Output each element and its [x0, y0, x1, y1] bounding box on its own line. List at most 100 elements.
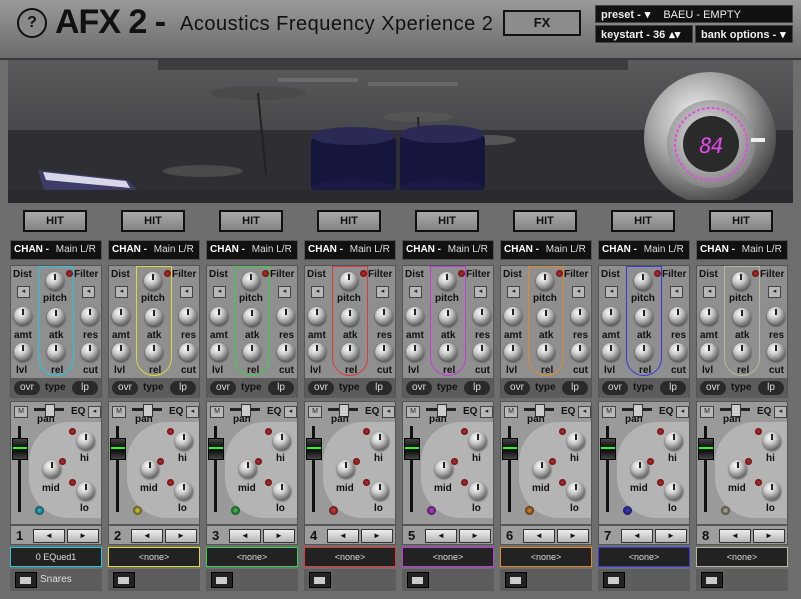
pan-slider[interactable]: [426, 404, 456, 417]
dist-type-ovr-button[interactable]: ovr: [210, 381, 236, 395]
filter-res-knob[interactable]: [767, 307, 785, 325]
prev-sample-button[interactable]: ◄: [327, 529, 359, 543]
eq-toggle-button[interactable]: ◂: [186, 406, 199, 418]
rel-knob[interactable]: [439, 343, 457, 361]
hit-button[interactable]: HIT: [611, 210, 675, 232]
eq-hi-knob[interactable]: [175, 432, 193, 450]
pitch-knob[interactable]: [242, 272, 260, 290]
atk-knob[interactable]: [439, 308, 457, 326]
pan-slider[interactable]: [328, 404, 358, 417]
eq-lo-knob[interactable]: [665, 482, 683, 500]
mute-button[interactable]: M: [406, 406, 420, 418]
filter-toggle-button[interactable]: ◂: [82, 286, 95, 298]
eq-lo-knob[interactable]: [273, 482, 291, 500]
eq-lo-knob[interactable]: [763, 482, 781, 500]
filter-toggle-button[interactable]: ◂: [670, 286, 683, 298]
dist-toggle-button[interactable]: ◂: [605, 286, 618, 298]
volume-fader-handle[interactable]: [12, 438, 28, 460]
dist-amt-knob[interactable]: [602, 307, 620, 325]
filter-type-lp-button[interactable]: lp: [268, 381, 294, 395]
eq-lo-knob[interactable]: [371, 482, 389, 500]
rel-knob[interactable]: [733, 343, 751, 361]
eq-lo-knob[interactable]: [567, 482, 585, 500]
dist-amt-knob[interactable]: [504, 307, 522, 325]
eq-hi-knob[interactable]: [567, 432, 585, 450]
dist-toggle-button[interactable]: ◂: [703, 286, 716, 298]
prev-sample-button[interactable]: ◄: [131, 529, 163, 543]
filter-res-knob[interactable]: [473, 307, 491, 325]
eq-hi-knob[interactable]: [371, 432, 389, 450]
eq-toggle-button[interactable]: ◂: [774, 406, 787, 418]
folder-icon[interactable]: [113, 572, 135, 588]
dist-amt-knob[interactable]: [406, 307, 424, 325]
dist-toggle-button[interactable]: ◂: [213, 286, 226, 298]
eq-toggle-button[interactable]: ◂: [480, 406, 493, 418]
filter-type-lp-button[interactable]: lp: [170, 381, 196, 395]
volume-fader-handle[interactable]: [404, 438, 420, 460]
sample-name-display[interactable]: <none>: [696, 547, 788, 567]
dist-lvl-knob[interactable]: [112, 343, 130, 361]
filter-res-knob[interactable]: [375, 307, 393, 325]
dist-type-ovr-button[interactable]: ovr: [112, 381, 138, 395]
folder-icon[interactable]: [701, 572, 723, 588]
dist-lvl-knob[interactable]: [602, 343, 620, 361]
mute-button[interactable]: M: [112, 406, 126, 418]
mute-button[interactable]: M: [504, 406, 518, 418]
dist-type-ovr-button[interactable]: ovr: [406, 381, 432, 395]
dist-amt-knob[interactable]: [14, 307, 32, 325]
pitch-knob[interactable]: [438, 272, 456, 290]
next-sample-button[interactable]: ►: [557, 529, 589, 543]
filter-toggle-button[interactable]: ◂: [572, 286, 585, 298]
filter-toggle-button[interactable]: ◂: [768, 286, 781, 298]
atk-knob[interactable]: [635, 308, 653, 326]
channel-output-selector[interactable]: CHAN - Main L/R: [598, 240, 690, 260]
sample-name-display[interactable]: <none>: [500, 547, 592, 567]
filter-cut-knob[interactable]: [179, 343, 197, 361]
atk-knob[interactable]: [145, 308, 163, 326]
dist-amt-knob[interactable]: [308, 307, 326, 325]
preset-selector[interactable]: preset - ▾ BAEU - EMPTY: [595, 5, 793, 23]
eq-lo-knob[interactable]: [175, 482, 193, 500]
rel-knob[interactable]: [47, 343, 65, 361]
channel-output-selector[interactable]: CHAN - Main L/R: [108, 240, 200, 260]
atk-knob[interactable]: [243, 308, 261, 326]
pan-slider[interactable]: [622, 404, 652, 417]
eq-toggle-button[interactable]: ◂: [578, 406, 591, 418]
prev-sample-button[interactable]: ◄: [621, 529, 653, 543]
prev-sample-button[interactable]: ◄: [229, 529, 261, 543]
volume-fader-handle[interactable]: [110, 438, 126, 460]
filter-toggle-button[interactable]: ◂: [376, 286, 389, 298]
folder-icon[interactable]: [309, 572, 331, 588]
sample-name-display[interactable]: <none>: [206, 547, 298, 567]
filter-type-lp-button[interactable]: lp: [464, 381, 490, 395]
atk-knob[interactable]: [47, 308, 65, 326]
hit-button[interactable]: HIT: [709, 210, 773, 232]
fx-button[interactable]: FX: [503, 10, 581, 36]
dist-type-ovr-button[interactable]: ovr: [504, 381, 530, 395]
dist-type-ovr-button[interactable]: ovr: [602, 381, 628, 395]
filter-cut-knob[interactable]: [571, 343, 589, 361]
dist-amt-knob[interactable]: [700, 307, 718, 325]
eq-toggle-button[interactable]: ◂: [382, 406, 395, 418]
channel-output-selector[interactable]: CHAN - Main L/R: [206, 240, 298, 260]
channel-output-selector[interactable]: CHAN - Main L/R: [500, 240, 592, 260]
dist-amt-knob[interactable]: [112, 307, 130, 325]
folder-icon[interactable]: [603, 572, 625, 588]
eq-hi-knob[interactable]: [77, 432, 95, 450]
dist-toggle-button[interactable]: ◂: [311, 286, 324, 298]
filter-toggle-button[interactable]: ◂: [474, 286, 487, 298]
filter-cut-knob[interactable]: [767, 343, 785, 361]
hit-button[interactable]: HIT: [23, 210, 87, 232]
filter-cut-knob[interactable]: [81, 343, 99, 361]
volume-fader-handle[interactable]: [698, 438, 714, 460]
sample-name-display[interactable]: <none>: [402, 547, 494, 567]
volume-fader-handle[interactable]: [502, 438, 518, 460]
hit-button[interactable]: HIT: [513, 210, 577, 232]
dist-lvl-knob[interactable]: [14, 343, 32, 361]
filter-type-lp-button[interactable]: lp: [758, 381, 784, 395]
filter-toggle-button[interactable]: ◂: [180, 286, 193, 298]
dist-toggle-button[interactable]: ◂: [115, 286, 128, 298]
channel-output-selector[interactable]: CHAN - Main L/R: [696, 240, 788, 260]
rel-knob[interactable]: [635, 343, 653, 361]
dist-toggle-button[interactable]: ◂: [17, 286, 30, 298]
